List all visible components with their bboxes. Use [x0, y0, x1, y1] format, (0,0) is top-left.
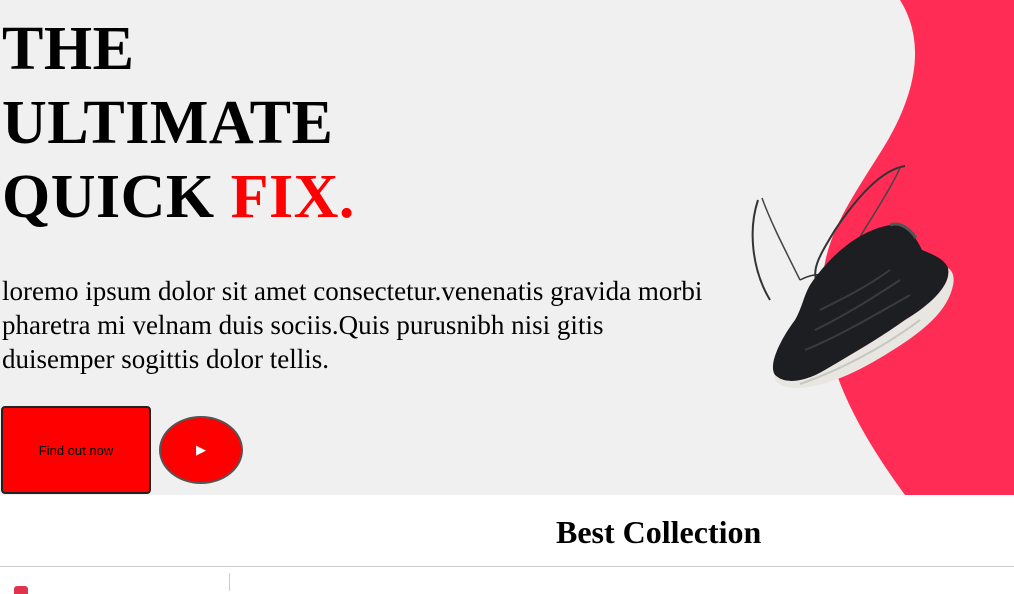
headline-line-2: ULTIMATE	[2, 89, 334, 157]
headline-line-3: QUICK FIX.	[2, 160, 355, 234]
play-button[interactable]: ▶	[159, 416, 243, 484]
headline-accent: FIX.	[230, 163, 355, 231]
sidebar-divider	[229, 573, 230, 591]
collection-header: Best Collection	[0, 495, 1014, 567]
sneaker-image	[751, 165, 954, 388]
hero-description: loremo ipsum dolor sit amet consectetur.…	[2, 276, 703, 374]
hero-section: THE ULTIMATE QUICK FIX. loremo ipsum dol…	[0, 0, 1014, 495]
hero-headline: THE ULTIMATE QUICK FIX.	[2, 12, 355, 234]
find-out-now-button[interactable]: Find out now	[1, 406, 151, 494]
headline-line-3-text: QUICK	[2, 163, 231, 231]
sidebar-item-icon[interactable]	[14, 586, 28, 594]
play-icon: ▶	[196, 442, 206, 458]
headline-line-1: THE	[2, 15, 135, 83]
section-title: Best Collection	[556, 514, 762, 550]
